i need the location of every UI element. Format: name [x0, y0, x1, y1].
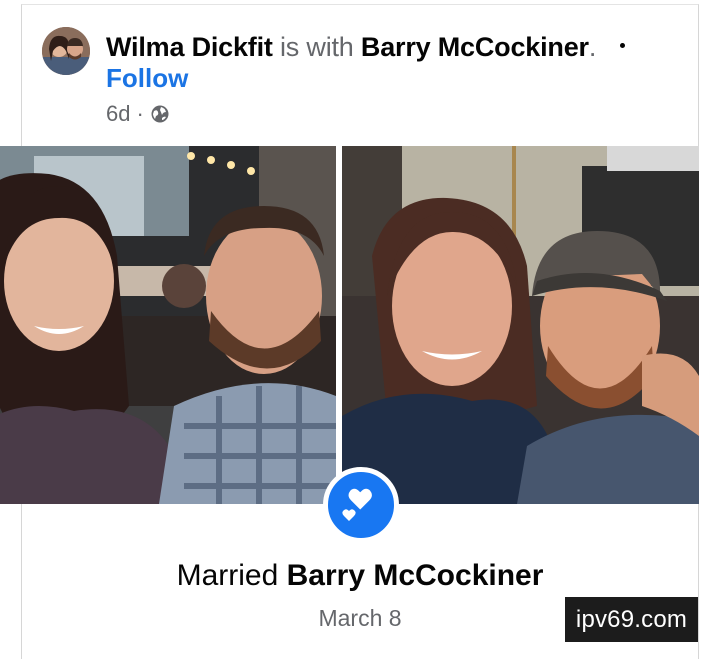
event-partner[interactable]: Barry McCockiner [287, 559, 544, 592]
life-event-badge [323, 467, 399, 543]
time-separator: · [136, 101, 144, 126]
globe-icon[interactable] [150, 104, 170, 124]
tagged-suffix: . [588, 32, 597, 62]
post-header: Wilma Dickfit is with Barry McCockiner. … [22, 5, 700, 151]
watermark: ipv69.com [565, 597, 698, 642]
with-text: is with [272, 32, 361, 62]
post-meta: 6d · [106, 100, 170, 128]
right-couple-photo[interactable] [342, 146, 699, 504]
event-prefix: Married [176, 559, 287, 592]
tagged-name[interactable]: Barry McCockiner [361, 32, 589, 62]
more-dot-icon[interactable] [612, 35, 632, 55]
couple-selfie-photo [0, 146, 336, 504]
couple-selfie-photo [342, 146, 699, 504]
author-name[interactable]: Wilma Dickfit [106, 32, 273, 62]
hearts-icon [342, 488, 372, 521]
left-couple-photo[interactable] [0, 146, 336, 504]
avatar-photo [42, 27, 90, 75]
author-avatar[interactable] [42, 27, 90, 75]
follow-button[interactable]: Follow [106, 62, 188, 94]
life-event-title: Married Barry McCockiner [0, 557, 720, 595]
post-time[interactable]: 6d [106, 100, 130, 128]
author-line: Wilma Dickfit is with Barry McCockiner. [106, 31, 596, 63]
photo-grid [0, 146, 699, 506]
